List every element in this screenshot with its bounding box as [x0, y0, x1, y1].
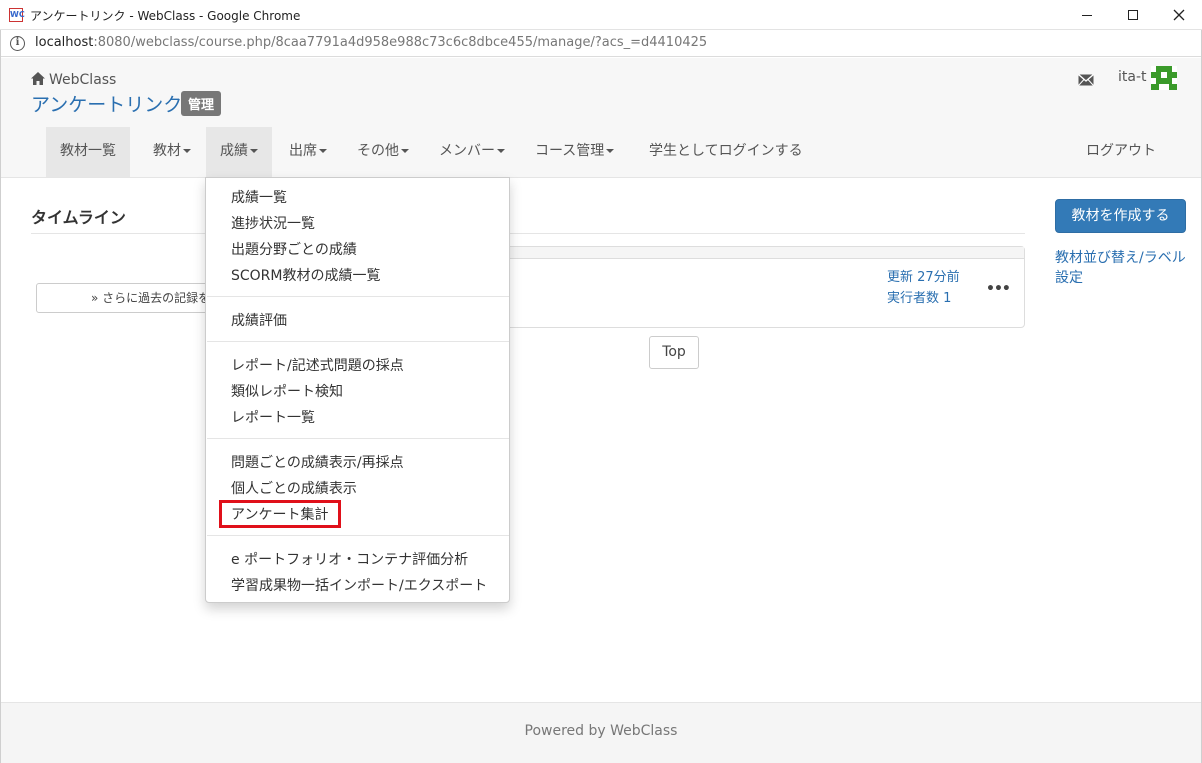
card-updated-link[interactable]: 更新 27分前 [887, 266, 960, 285]
menu-item-similar-report-detection[interactable]: 類似レポート検知 [231, 381, 343, 401]
home-link[interactable]: WebClass [31, 72, 116, 88]
nav-label: 教材一覧 [60, 143, 116, 159]
url-path: :8080/webclass/course.php/8caa7791a4d958… [93, 35, 708, 50]
menu-item-grades-by-field[interactable]: 出題分野ごとの成績 [231, 239, 357, 259]
menu-item-bulk-import-export[interactable]: 学習成果物一括インポート/エクスポート [231, 575, 487, 595]
minimize-icon [1082, 14, 1092, 16]
caret-down-icon [250, 149, 258, 153]
user-name[interactable]: ita-t [1118, 69, 1147, 85]
create-material-button[interactable]: 教材を作成する [1055, 199, 1186, 233]
menu-item-grades-by-person[interactable]: 個人ごとの成績表示 [231, 478, 357, 498]
nav-login-as-student[interactable]: 学生としてログインする [635, 127, 817, 177]
close-icon [1173, 9, 1185, 21]
nav-members[interactable]: メンバー [425, 127, 519, 177]
nav-label: 出席 [289, 143, 317, 159]
sort-label-settings-link[interactable]: 教材並び替え/ラベル設定 [1055, 248, 1195, 288]
url-host: localhost [35, 35, 94, 50]
url-text[interactable]: localhost:8080/webclass/course.php/8caa7… [35, 35, 707, 50]
menu-item-progress-list[interactable]: 進捗状況一覧 [231, 213, 315, 233]
menu-divider [207, 341, 509, 342]
footer-text: Powered by WebClass [524, 723, 678, 739]
window-title: アンケートリンク - WebClass - Google Chrome [30, 9, 301, 23]
top-button[interactable]: Top [649, 336, 699, 369]
nav-materials[interactable]: 教材 [139, 127, 205, 177]
caret-down-icon [401, 149, 409, 153]
menu-item-grades-by-question[interactable]: 問題ごとの成績表示/再採点 [231, 452, 404, 472]
address-bar[interactable]: i localhost:8080/webclass/course.php/8ca… [0, 30, 1202, 57]
nav-label: コース管理 [535, 143, 605, 159]
grades-dropdown-menu: 成績一覧 進捗状況一覧 出題分野ごとの成績 SCORM教材の成績一覧 成績評価 … [205, 177, 510, 603]
caret-down-icon [319, 149, 327, 153]
nav-label: 学生としてログインする [649, 143, 803, 159]
nav-label: 成績 [220, 143, 248, 159]
nav-materials-list[interactable]: 教材一覧 [46, 127, 130, 177]
home-label: WebClass [49, 72, 117, 88]
nav-course-admin[interactable]: コース管理 [521, 127, 628, 177]
window-titlebar: WC アンケートリンク - WebClass - Google Chrome [0, 0, 1202, 30]
nav-other[interactable]: その他 [343, 127, 423, 177]
app-header: WebClass アンケートリンク 管理 ita-t 教材一覧 教材 成績 出席… [1, 58, 1201, 178]
caret-down-icon [606, 149, 615, 153]
admin-badge: 管理 [181, 91, 222, 116]
home-icon [31, 72, 45, 85]
card-executor-count-link[interactable]: 実行者数 1 [887, 287, 951, 306]
divider [31, 233, 1025, 234]
maximize-icon [1128, 10, 1138, 20]
nav-label: メンバー [439, 143, 495, 159]
page-footer: Powered by WebClass [1, 702, 1201, 763]
user-avatar[interactable] [1151, 66, 1177, 90]
nav-label: その他 [357, 143, 399, 159]
nav-label: 教材 [153, 143, 181, 159]
menu-item-grade-evaluation[interactable]: 成績評価 [231, 310, 287, 330]
close-button[interactable] [1156, 0, 1202, 30]
menu-item-grades-list[interactable]: 成績一覧 [231, 187, 287, 207]
more-options-icon[interactable]: ••• [986, 281, 1011, 297]
nav-grades[interactable]: 成績 [206, 127, 272, 177]
menu-item-report-grading[interactable]: レポート/記述式問題の採点 [231, 355, 404, 375]
mail-icon[interactable] [1078, 74, 1094, 86]
menu-divider [207, 296, 509, 297]
caret-down-icon [183, 149, 191, 153]
course-title[interactable]: アンケートリンク [31, 90, 182, 117]
timeline-heading: タイムライン [31, 208, 126, 227]
highlight-box [219, 500, 341, 528]
menu-divider [207, 535, 509, 536]
favicon-icon: WC [9, 8, 25, 22]
menu-item-eportfolio-analysis[interactable]: e ポートフォリオ・コンテナ評価分析 [231, 549, 468, 569]
site-info-icon[interactable]: i [10, 36, 25, 51]
menu-divider [207, 438, 509, 439]
minimize-button[interactable] [1064, 0, 1110, 30]
menu-item-report-list[interactable]: レポート一覧 [231, 407, 315, 427]
nav-attendance[interactable]: 出席 [275, 127, 341, 177]
logout-link[interactable]: ログアウト [1086, 127, 1156, 177]
menu-item-scorm-grades[interactable]: SCORM教材の成績一覧 [231, 265, 381, 285]
maximize-button[interactable] [1110, 0, 1156, 30]
caret-down-icon [497, 149, 505, 153]
